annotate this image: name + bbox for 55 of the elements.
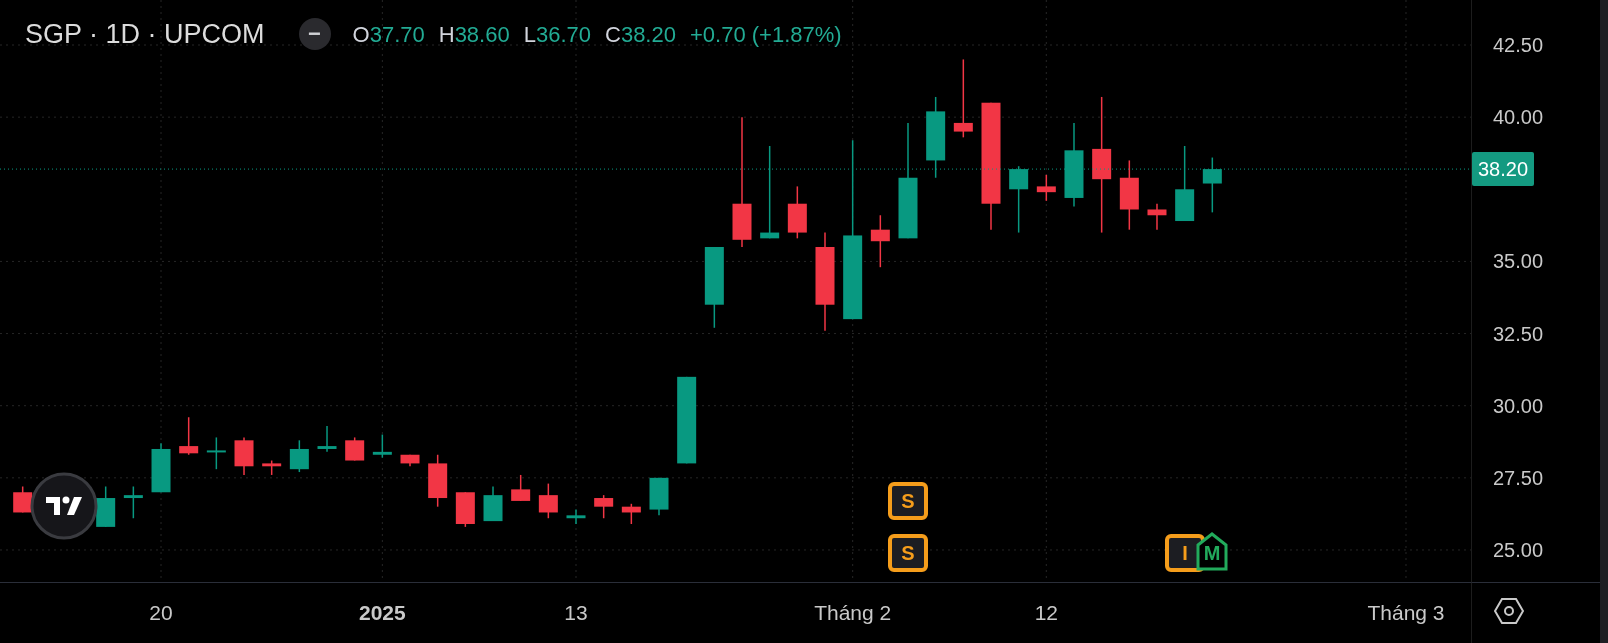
candlestick	[428, 454, 448, 508]
price-axis-label: 25.00	[1493, 537, 1544, 563]
candlestick	[151, 442, 171, 493]
candlestick	[455, 491, 475, 528]
candlestick	[1036, 174, 1056, 202]
candlestick	[234, 436, 254, 476]
candlestick	[262, 459, 282, 476]
time-axis-label: 20	[149, 600, 173, 626]
time-axis-label: 2025	[359, 600, 406, 626]
candlestick	[1119, 159, 1139, 231]
candlestick	[317, 425, 337, 453]
logo-icon[interactable]	[30, 472, 98, 540]
candlestick	[870, 214, 890, 268]
candlestick	[1009, 165, 1029, 234]
candlestick	[787, 185, 807, 240]
candlestick	[566, 508, 586, 525]
candlestick	[649, 477, 669, 517]
price-axis-label: 42.50	[1493, 33, 1544, 58]
last-price-label: 38.20	[1472, 152, 1535, 187]
ohlc-value: O37.70	[352, 20, 425, 49]
candlestick	[511, 474, 531, 502]
candlestick	[206, 436, 226, 470]
candlestick	[400, 454, 420, 468]
event-marker[interactable]: S	[888, 534, 928, 572]
candlestick	[372, 433, 392, 459]
candlestick	[179, 416, 199, 456]
candlestick	[1147, 202, 1167, 231]
price-axis-label: 35.00	[1493, 249, 1544, 275]
candlestick	[96, 485, 116, 528]
event-marker[interactable]: S	[888, 482, 928, 520]
candlestick	[13, 485, 33, 514]
time-axis-label: 13	[564, 600, 588, 626]
candlestick	[538, 482, 558, 519]
ohlc-value: H38.60	[438, 20, 510, 49]
time-axis-label: Tháng 2	[814, 600, 892, 626]
symbol-title: SGP · 1D · UPCOM	[25, 18, 265, 51]
ohlc-value: L36.70	[523, 20, 591, 49]
candlestick	[1202, 156, 1222, 214]
candlestick	[621, 503, 641, 525]
candlestick	[594, 494, 614, 519]
price-axis-label: 32.50	[1493, 321, 1544, 347]
candlestick	[483, 485, 503, 522]
candlestick	[123, 485, 143, 519]
collapse-button[interactable]: −	[298, 18, 331, 51]
price-change: +0.70 (+1.87%)	[689, 20, 842, 49]
price-axis-label: 30.00	[1493, 393, 1544, 419]
price-axis-label: 40.00	[1493, 105, 1544, 131]
candlestick	[345, 436, 365, 462]
time-axis-label: Tháng 3	[1367, 600, 1445, 626]
settings-icon[interactable]	[1494, 597, 1524, 625]
event-marker[interactable]: M	[1196, 532, 1228, 571]
candlestick	[289, 439, 309, 473]
time-axis-label: 12	[1034, 600, 1058, 626]
price-axis-label: 27.50	[1493, 465, 1544, 491]
ohlc-value: C38.20	[605, 20, 676, 49]
